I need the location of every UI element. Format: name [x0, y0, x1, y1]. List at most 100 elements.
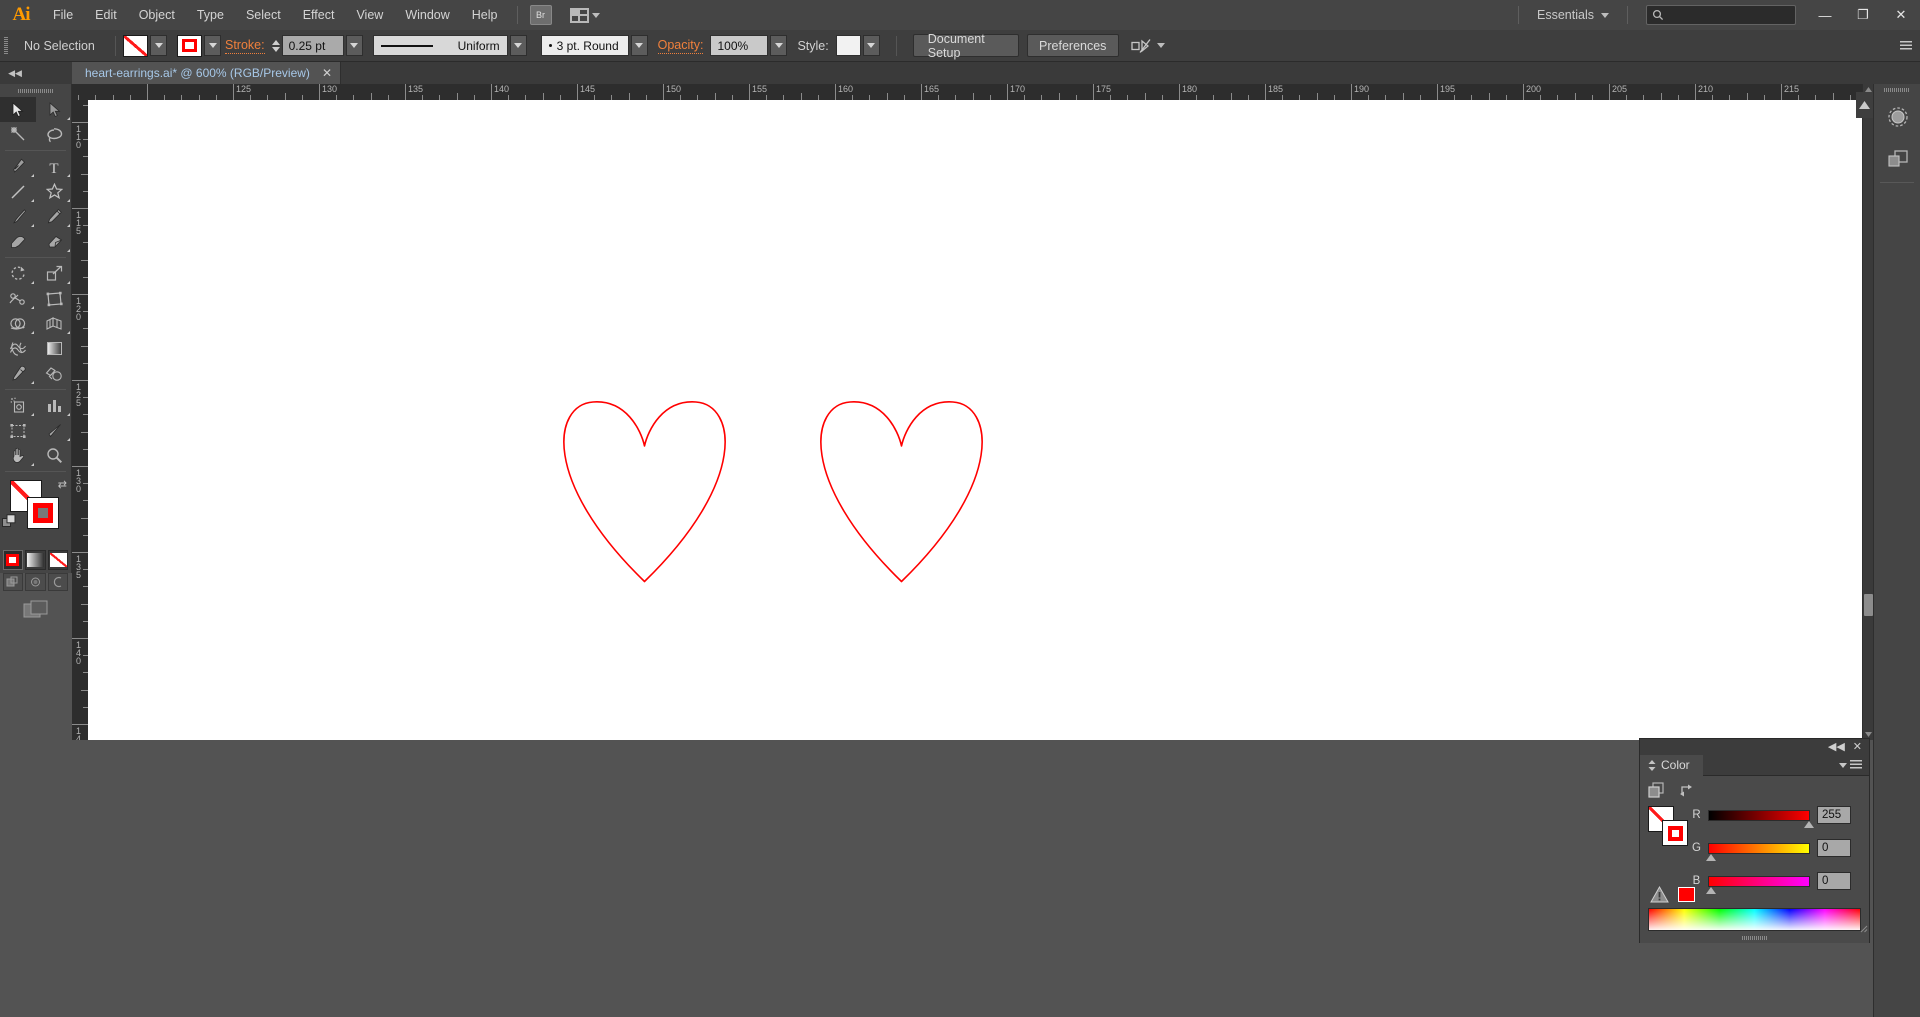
- tools-panel-grip[interactable]: [0, 84, 71, 97]
- window-minimize-button[interactable]: —: [1806, 2, 1844, 28]
- none-swatch-button[interactable]: [47, 550, 69, 570]
- appearance-panel-icon[interactable]: [1874, 96, 1920, 138]
- swap-fill-stroke-icon[interactable]: [1679, 783, 1695, 798]
- type-tool[interactable]: T: [36, 154, 72, 179]
- menu-file[interactable]: File: [42, 0, 84, 30]
- lasso-tool[interactable]: [36, 122, 72, 147]
- menu-type[interactable]: Type: [186, 0, 235, 30]
- horizontal-ruler[interactable]: 125 130 135 140 145 150 155 160 165 170 175 180 185 1…: [72, 84, 1862, 100]
- rotate-tool[interactable]: [0, 261, 36, 286]
- opacity-input[interactable]: 100%: [710, 35, 769, 56]
- slider-value-r[interactable]: 255: [1817, 806, 1851, 824]
- color-swatch-button[interactable]: [2, 550, 24, 570]
- gradient-tool[interactable]: [36, 336, 72, 361]
- slider-thumb-b[interactable]: [1706, 886, 1716, 894]
- window-restore-button[interactable]: ❐: [1844, 2, 1882, 28]
- search-input[interactable]: [1646, 5, 1796, 25]
- free-transform-tool[interactable]: [36, 286, 72, 311]
- vertical-ruler[interactable]: 110115120125130135140145150155160: [72, 100, 88, 740]
- color-panel-menu-button[interactable]: [1839, 760, 1869, 770]
- perspective-grid-tool[interactable]: [36, 311, 72, 336]
- fill-stroke-indicator-icon[interactable]: [1648, 782, 1665, 799]
- opacity-dropdown[interactable]: [770, 35, 788, 56]
- swap-fill-stroke-icon[interactable]: ⇄: [58, 478, 67, 491]
- preferences-button[interactable]: Preferences: [1026, 34, 1119, 57]
- opacity-label[interactable]: Opacity:: [657, 38, 704, 54]
- eraser-tool[interactable]: [36, 229, 72, 254]
- menu-view[interactable]: View: [345, 0, 394, 30]
- selection-tool[interactable]: [0, 97, 36, 122]
- gamut-warning-group[interactable]: [1650, 886, 1695, 903]
- menu-help[interactable]: Help: [461, 0, 509, 30]
- bridge-icon[interactable]: Br: [529, 5, 552, 25]
- change-screen-mode-button[interactable]: [0, 596, 71, 622]
- control-panel-menu-icon[interactable]: [1900, 40, 1912, 51]
- stroke-swatch-tool[interactable]: [27, 497, 59, 529]
- graphic-style-swatch[interactable]: [835, 35, 861, 56]
- menu-object[interactable]: Object: [128, 0, 186, 30]
- document-tab[interactable]: heart-earrings.ai* @ 600% (RGB/Preview) …: [72, 62, 341, 84]
- stroke-dropdown[interactable]: [204, 35, 221, 56]
- stroke-weight-stepper[interactable]: [271, 39, 280, 52]
- pencil-tool[interactable]: [36, 204, 72, 229]
- align-to-selection-button[interactable]: [1131, 38, 1165, 54]
- dock-collapse-button[interactable]: ◀◀: [0, 62, 30, 84]
- magic-wand-tool[interactable]: [0, 122, 36, 147]
- workspace-switcher[interactable]: Essentials: [1527, 8, 1619, 22]
- control-panel-grip[interactable]: [0, 30, 12, 62]
- slider-value-g[interactable]: 0: [1817, 839, 1851, 857]
- fill-swatch[interactable]: [123, 34, 148, 57]
- default-fill-stroke-icon[interactable]: [2, 514, 17, 534]
- panel-footer-grip[interactable]: [1640, 933, 1869, 943]
- fill-dropdown[interactable]: [150, 35, 167, 56]
- layers-panel-icon[interactable]: [1874, 138, 1920, 180]
- direct-selection-tool[interactable]: [36, 97, 72, 122]
- menu-effect[interactable]: Effect: [292, 0, 346, 30]
- eyedropper-tool[interactable]: [0, 361, 36, 386]
- menu-edit[interactable]: Edit: [84, 0, 128, 30]
- pen-tool[interactable]: [0, 154, 36, 179]
- stroke-swatch[interactable]: [177, 34, 202, 57]
- close-icon[interactable]: ✕: [1853, 741, 1862, 753]
- window-close-button[interactable]: ✕: [1882, 2, 1920, 28]
- slider-track-b[interactable]: [1706, 875, 1810, 894]
- stroke-profile-select[interactable]: Uniform: [372, 35, 508, 56]
- stroke-weight-label[interactable]: Stroke:: [225, 38, 265, 54]
- draw-normal-button[interactable]: [2, 573, 24, 591]
- menu-window[interactable]: Window: [394, 0, 460, 30]
- document-setup-button[interactable]: Document Setup: [912, 32, 1019, 60]
- out-of-gamut-swatch[interactable]: [1678, 887, 1695, 902]
- brush-definition-dropdown[interactable]: [630, 35, 648, 56]
- collapse-icon[interactable]: ◀◀: [1828, 741, 1845, 753]
- heart-path-right[interactable]: [820, 401, 983, 583]
- menu-select[interactable]: Select: [235, 0, 292, 30]
- paintbrush-tool[interactable]: [0, 204, 36, 229]
- stroke-profile-dropdown[interactable]: [509, 35, 527, 56]
- draw-behind-button[interactable]: [25, 573, 46, 591]
- right-dock-grip[interactable]: [1874, 84, 1920, 96]
- slider-track-r[interactable]: [1708, 809, 1814, 828]
- column-graph-tool[interactable]: [36, 393, 72, 418]
- slider-track-g[interactable]: [1706, 842, 1810, 861]
- stroke-weight-dropdown[interactable]: [345, 35, 363, 56]
- right-dock-collapse-button[interactable]: [1856, 92, 1873, 118]
- scale-tool[interactable]: [36, 261, 72, 286]
- gradient-swatch-button[interactable]: [25, 550, 46, 570]
- slider-thumb-g[interactable]: [1706, 853, 1716, 861]
- slider-thumb-r[interactable]: [1804, 820, 1814, 828]
- blend-tool[interactable]: [36, 361, 72, 386]
- heart-path-left[interactable]: [563, 401, 726, 583]
- hand-tool[interactable]: [0, 443, 36, 468]
- mesh-tool[interactable]: [0, 336, 36, 361]
- artboard-canvas[interactable]: [88, 100, 1862, 740]
- brush-definition-select[interactable]: 3 pt. Round: [540, 35, 629, 56]
- graphic-style-dropdown[interactable]: [862, 35, 880, 56]
- close-icon[interactable]: ✕: [322, 67, 332, 79]
- blob-brush-tool[interactable]: [0, 229, 36, 254]
- line-segment-tool[interactable]: [0, 179, 36, 204]
- shape-builder-tool[interactable]: [0, 311, 36, 336]
- zoom-tool[interactable]: [36, 443, 72, 468]
- panel-resize-handle[interactable]: [1860, 920, 1868, 933]
- tab-color[interactable]: Color: [1640, 754, 1703, 776]
- arrange-documents-button[interactable]: [569, 7, 600, 23]
